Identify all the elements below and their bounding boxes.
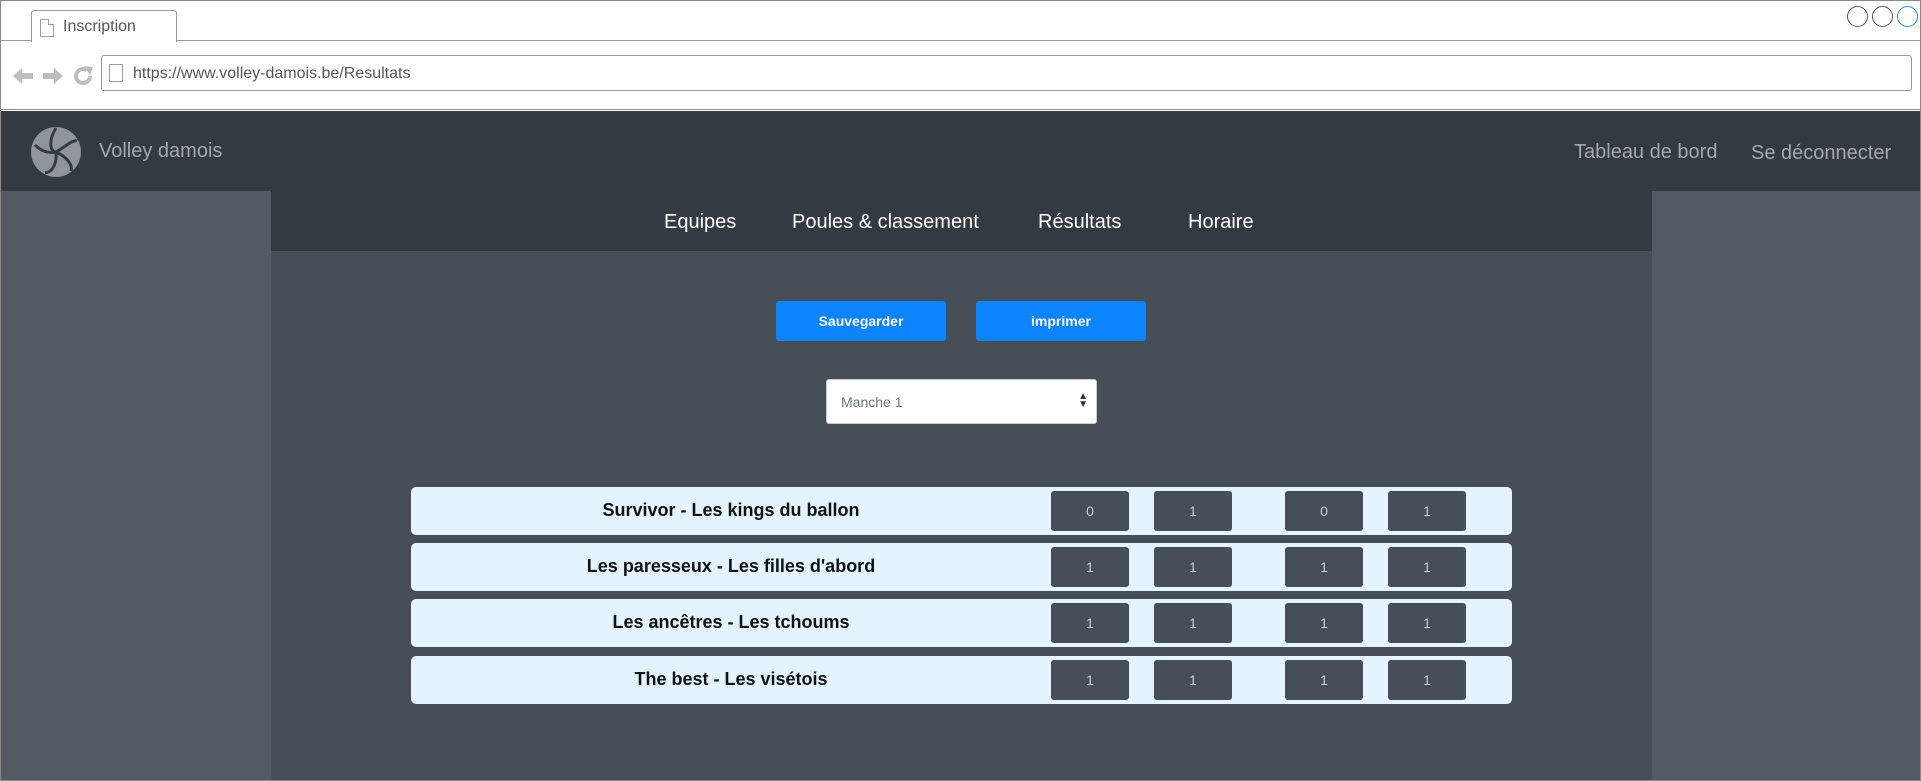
close-button[interactable] [1897, 6, 1918, 27]
match-teams: Les ancêtres - Les tchoums [612, 612, 850, 632]
match-teams: Survivor - Les kings du ballon [602, 500, 860, 520]
match-row: Les paresseux - Les filles d'abord 1 1 1… [411, 543, 1512, 591]
tab-title: Inscription [63, 18, 136, 35]
score-input[interactable]: 0 [1285, 491, 1363, 531]
brand-name[interactable]: Volley damois [99, 140, 222, 163]
back-arrow-icon[interactable] [11, 64, 35, 88]
print-button[interactable]: imprimer [976, 301, 1146, 341]
score-input[interactable]: 1 [1154, 660, 1232, 700]
maximize-button[interactable] [1872, 6, 1893, 27]
match-teams: The best - Les visétois [634, 669, 828, 689]
match-row: Les ancêtres - Les tchoums 1 1 1 1 [411, 599, 1512, 647]
dashboard-link[interactable]: Tableau de bord [1574, 141, 1717, 164]
score-input[interactable]: 1 [1154, 491, 1232, 531]
match-row: The best - Les visétois 1 1 1 1 [411, 656, 1512, 704]
reload-icon[interactable] [71, 64, 95, 88]
browser-tab[interactable]: Inscription [31, 10, 177, 42]
save-button[interactable]: Sauvegarder [776, 301, 946, 341]
score-input[interactable]: 1 [1051, 660, 1129, 700]
volleyball-logo-icon[interactable] [31, 127, 81, 177]
round-select-value: Manche 1 [841, 394, 903, 410]
logout-link[interactable]: Se déconnecter [1751, 142, 1891, 165]
score-input[interactable]: 1 [1154, 547, 1232, 587]
nav-item-poules[interactable]: Poules & classement [792, 211, 979, 234]
score-input[interactable]: 1 [1388, 603, 1466, 643]
site-header: Volley damois Tableau de bord Se déconne… [1, 111, 1920, 191]
document-icon [40, 19, 54, 37]
score-input[interactable]: 0 [1051, 491, 1129, 531]
section-nav: Equipes Poules & classement Résultats Ho… [271, 191, 1652, 251]
nav-item-resultats[interactable]: Résultats [1038, 211, 1121, 234]
score-input[interactable]: 1 [1388, 547, 1466, 587]
right-side-panel [1652, 191, 1920, 780]
browser-window: Inscription https://www.volley-damois.be… [0, 0, 1921, 781]
match-teams: Les paresseux - Les filles d'abord [586, 556, 876, 576]
tab-bar: Inscription [1, 1, 1920, 42]
score-input[interactable]: 1 [1285, 603, 1363, 643]
score-input[interactable]: 1 [1154, 603, 1232, 643]
match-row: Survivor - Les kings du ballon 0 1 0 1 [411, 487, 1512, 535]
score-input[interactable]: 1 [1388, 660, 1466, 700]
score-input[interactable]: 1 [1285, 547, 1363, 587]
main-content: Equipes Poules & classement Résultats Ho… [271, 191, 1652, 780]
url-input[interactable]: https://www.volley-damois.be/Resultats [101, 55, 1912, 91]
forward-arrow-icon[interactable] [41, 64, 65, 88]
score-input[interactable]: 1 [1388, 491, 1466, 531]
page-icon [109, 64, 123, 82]
address-bar: https://www.volley-damois.be/Resultats [1, 42, 1920, 110]
url-text: https://www.volley-damois.be/Resultats [133, 65, 411, 82]
score-input[interactable]: 1 [1285, 660, 1363, 700]
left-side-panel [1, 191, 271, 780]
select-arrows-icon: ▲ ▼ [1078, 391, 1088, 410]
score-input[interactable]: 1 [1051, 603, 1129, 643]
round-select[interactable]: Manche 1 ▲ ▼ [826, 379, 1097, 424]
nav-item-horaire[interactable]: Horaire [1188, 211, 1254, 234]
nav-item-equipes[interactable]: Equipes [664, 211, 736, 234]
score-input[interactable]: 1 [1051, 547, 1129, 587]
minimize-button[interactable] [1847, 6, 1868, 27]
window-controls [1847, 6, 1918, 27]
